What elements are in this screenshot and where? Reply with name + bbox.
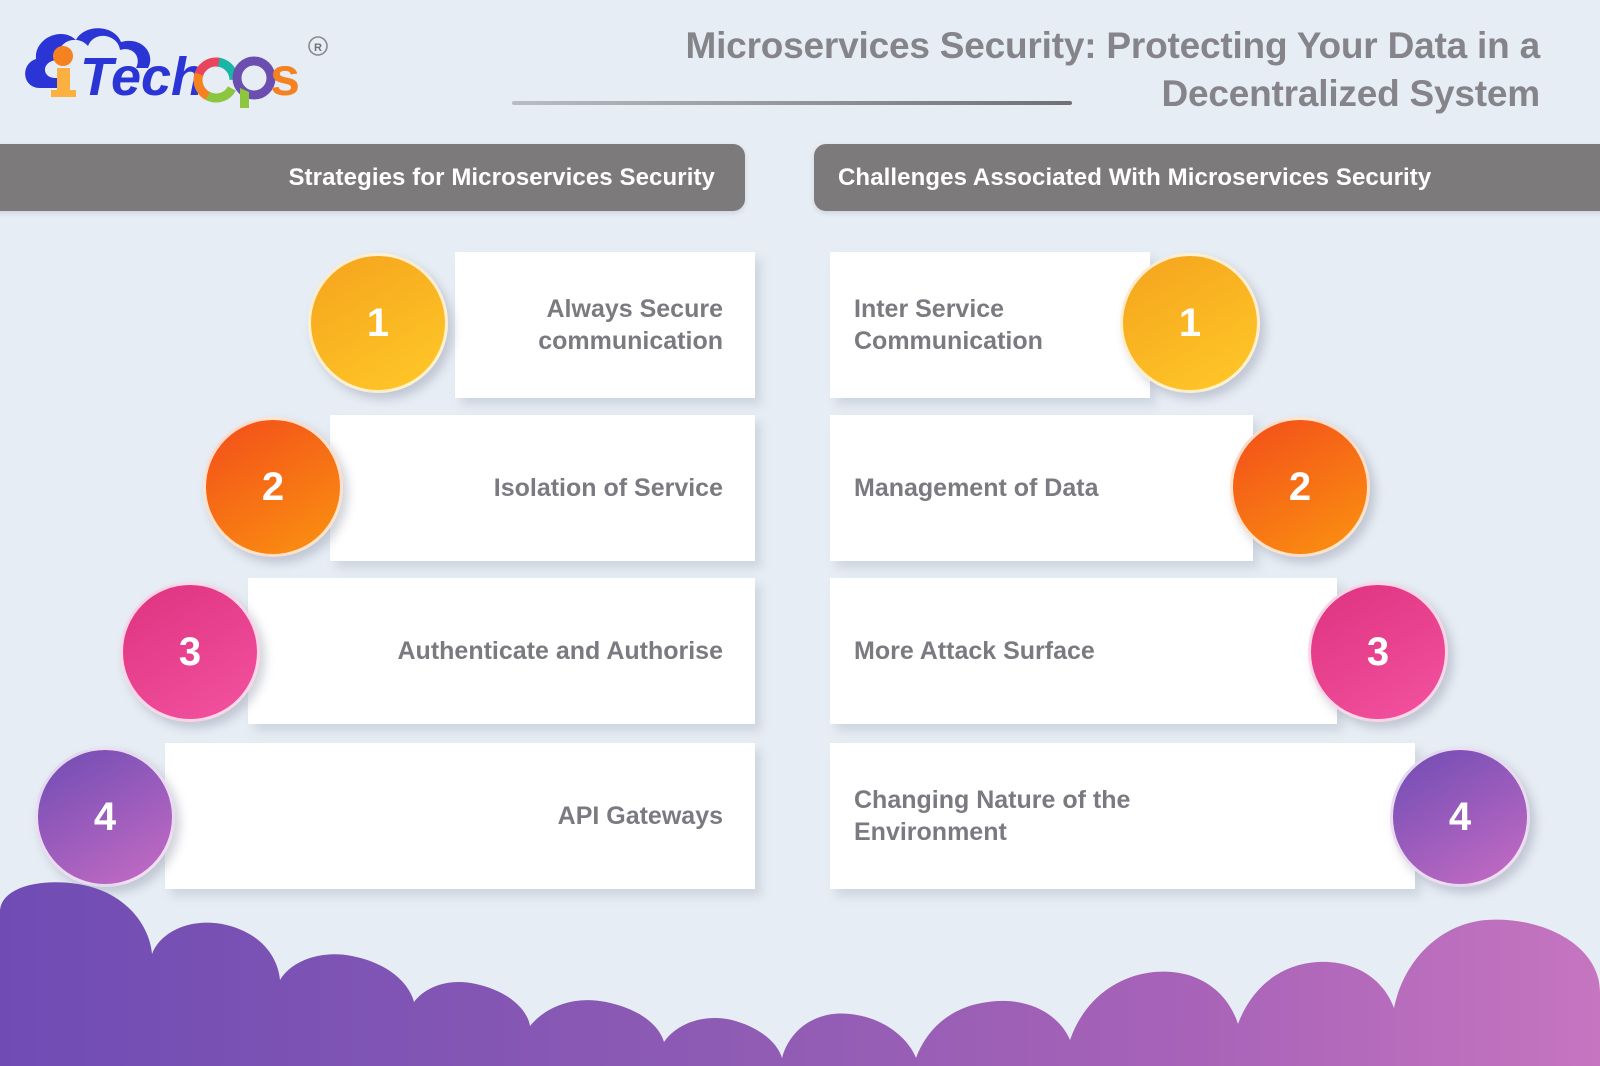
title-underline-rule: [512, 101, 1072, 105]
left-item-1-number-label: 1: [366, 300, 390, 345]
right-item-1-label: Inter Service Communication: [854, 294, 1043, 356]
svg-text:Tech: Tech: [80, 47, 204, 107]
right-item-2-label: Management of Data: [854, 473, 1099, 502]
left-item-1-number: 1: [308, 253, 448, 393]
page-title-line-1: Microservices Security: Protecting Your …: [685, 25, 1540, 66]
list-item[interactable]: Isolation of Service: [330, 415, 755, 561]
list-item[interactable]: Changing Nature of the Environment: [830, 743, 1415, 889]
left-item-3-number-label: 3: [178, 629, 202, 674]
left-item-4-label: API Gateways: [557, 801, 723, 830]
left-column-heading: Strategies for Microservices Security: [0, 144, 745, 211]
right-item-4-label: Changing Nature of the Environment: [854, 785, 1131, 847]
left-item-2-label: Isolation of Service: [493, 473, 723, 502]
right-item-3-number: 3: [1308, 582, 1448, 722]
left-item-1-label: Always Secure communication: [538, 294, 723, 356]
bottom-cloud-decoration: [0, 876, 1600, 1066]
list-item[interactable]: More Attack Surface: [830, 578, 1337, 724]
brand-logo[interactable]: Tech s R: [18, 16, 338, 108]
left-item-2-number: 2: [203, 417, 343, 557]
right-item-4-number: 4: [1390, 747, 1530, 887]
right-item-1-number-label: 1: [1178, 300, 1202, 345]
right-item-2-number: 2: [1230, 417, 1370, 557]
list-item[interactable]: Always Secure communication: [455, 252, 755, 398]
right-column-heading-label: Challenges Associated With Microservices…: [838, 163, 1432, 191]
right-item-1-number: 1: [1120, 253, 1260, 393]
left-column-heading-label: Strategies for Microservices Security: [288, 163, 715, 191]
right-item-2-number-label: 2: [1288, 464, 1312, 509]
right-item-4-number-label: 4: [1448, 794, 1472, 839]
list-item[interactable]: Inter Service Communication: [830, 252, 1150, 398]
left-item-4-number-label: 4: [93, 794, 117, 839]
right-item-3-label: More Attack Surface: [854, 636, 1095, 665]
right-column-heading: Challenges Associated With Microservices…: [814, 144, 1600, 211]
left-item-3-number: 3: [120, 582, 260, 722]
list-item[interactable]: Authenticate and Authorise: [248, 578, 755, 724]
page-title-line-2: Decentralized System: [1161, 73, 1540, 115]
list-item[interactable]: API Gateways: [165, 743, 755, 889]
left-item-2-number-label: 2: [261, 464, 285, 509]
svg-text:s: s: [270, 47, 300, 107]
right-item-3-number-label: 3: [1366, 629, 1390, 674]
list-item[interactable]: Management of Data: [830, 415, 1253, 561]
left-item-3-label: Authenticate and Authorise: [397, 636, 724, 665]
svg-text:R: R: [314, 42, 322, 54]
left-item-4-number: 4: [35, 747, 175, 887]
page-header: Tech s R Microservices Security: Protect…: [0, 0, 1600, 140]
logo-i-dot: [53, 46, 73, 66]
